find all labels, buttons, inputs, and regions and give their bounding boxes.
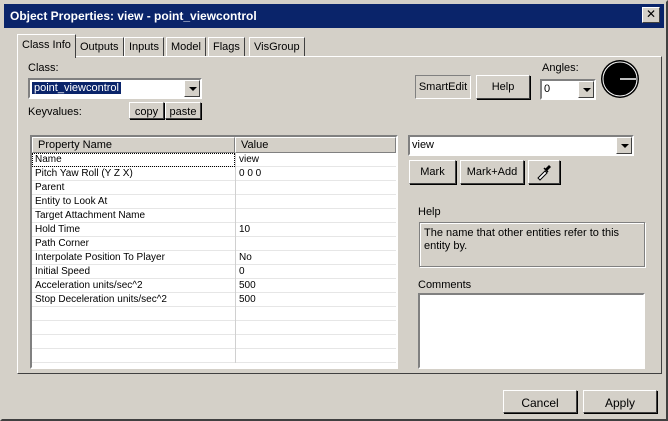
table-row[interactable]: Name view <box>32 153 396 167</box>
property-value-cell <box>235 349 396 363</box>
property-name-cell: Stop Deceleration units/sec^2 <box>35 294 167 305</box>
help-text: The name that other entities refer to th… <box>424 227 620 252</box>
table-row[interactable]: Stop Deceleration units/sec^2 500 <box>32 293 396 307</box>
property-grid[interactable]: Property Name Value Name view Pitch Yaw Ro… <box>30 135 398 369</box>
table-row[interactable] <box>32 335 396 349</box>
chevron-down-icon[interactable] <box>616 137 632 154</box>
property-name-cell: Parent <box>35 182 65 193</box>
cancel-button[interactable]: Cancel <box>503 390 577 413</box>
table-row[interactable]: Interpolate Position To Player No <box>32 251 396 265</box>
tab-label: VisGroup <box>254 41 300 53</box>
property-name-cell: Initial Speed <box>35 266 91 277</box>
copy-button[interactable]: copy <box>129 102 164 119</box>
eyedropper-button[interactable] <box>528 160 560 184</box>
property-value-cell: view <box>235 153 396 167</box>
class-label: Class: <box>28 62 59 74</box>
value-combo[interactable]: view <box>408 135 634 156</box>
property-name-cell <box>32 307 235 321</box>
eyedropper-icon <box>537 165 551 181</box>
tab-inputs[interactable]: Inputs <box>124 37 164 57</box>
tab-class-info[interactable]: Class Info <box>17 34 76 58</box>
property-name-cell: Interpolate Position To Player <box>35 252 165 263</box>
chevron-down-icon[interactable] <box>184 80 200 97</box>
property-value-cell: 500 <box>235 293 396 307</box>
table-row[interactable]: Parent <box>32 181 396 195</box>
table-row[interactable]: Entity to Look At <box>32 195 396 209</box>
angles-label: Angles: <box>542 62 579 74</box>
help-box: The name that other entities refer to th… <box>419 222 645 267</box>
value-combo-text: view <box>412 139 435 151</box>
tab-label: Outputs <box>80 41 119 53</box>
close-button[interactable]: ✕ <box>642 7 660 23</box>
column-header-property-name[interactable]: Property Name <box>32 137 235 153</box>
grid-header: Property Name Value <box>32 137 396 153</box>
property-name-cell: Acceleration units/sec^2 <box>35 280 143 291</box>
property-name-cell <box>32 335 235 349</box>
property-value-cell <box>235 237 396 251</box>
property-value-cell <box>235 195 396 209</box>
property-value-cell <box>235 209 396 223</box>
tab-flags[interactable]: Flags <box>208 37 245 57</box>
mark-add-button[interactable]: Mark+Add <box>460 160 524 184</box>
tab-label: Flags <box>213 41 240 53</box>
table-row[interactable]: Pitch Yaw Roll (Y Z X) 0 0 0 <box>32 167 396 181</box>
apply-button[interactable]: Apply <box>583 390 657 413</box>
table-row[interactable] <box>32 321 396 335</box>
mark-button[interactable]: Mark <box>409 160 456 184</box>
property-value-cell <box>235 321 396 335</box>
tab-model[interactable]: Model <box>166 37 206 57</box>
property-value-cell: 0 <box>235 265 396 279</box>
table-row[interactable]: Initial Speed 0 <box>32 265 396 279</box>
help-label: Help <box>418 206 441 218</box>
table-row[interactable] <box>32 307 396 321</box>
column-header-value[interactable]: Value <box>235 137 396 153</box>
angles-combo[interactable]: 0 <box>540 79 596 100</box>
close-icon: ✕ <box>645 7 657 21</box>
table-row[interactable]: Target Attachment Name <box>32 209 396 223</box>
tab-label: Model <box>171 41 201 53</box>
window-title: Object Properties: view - point_viewcont… <box>10 9 257 23</box>
angle-dial-icon[interactable] <box>600 59 640 99</box>
class-value: point_viewcontrol <box>32 82 121 94</box>
object-properties-window: Object Properties: view - point_viewcont… <box>0 0 668 421</box>
table-row[interactable]: Acceleration units/sec^2 500 <box>32 279 396 293</box>
property-value-cell <box>235 335 396 349</box>
property-name-cell <box>32 321 235 335</box>
property-name-cell: Target Attachment Name <box>35 210 146 221</box>
smartedit-toggle[interactable]: SmartEdit <box>415 75 471 99</box>
property-name-cell: Pitch Yaw Roll (Y Z X) <box>35 168 133 179</box>
tab-outputs[interactable]: Outputs <box>75 37 124 57</box>
keyvalues-label: Keyvalues: <box>28 106 82 118</box>
tab-label: Class Info <box>22 39 71 51</box>
property-value-cell: No <box>235 251 396 265</box>
property-value-cell: 10 <box>235 223 396 237</box>
chevron-down-icon[interactable] <box>578 81 594 98</box>
table-row[interactable] <box>32 349 396 363</box>
comments-label: Comments <box>418 279 472 291</box>
property-name-cell <box>32 349 235 363</box>
title-bar[interactable]: Object Properties: view - point_viewcont… <box>4 4 664 28</box>
class-combo[interactable]: point_viewcontrol <box>28 78 202 99</box>
table-row[interactable]: Path Corner <box>32 237 396 251</box>
property-value-cell: 0 0 0 <box>235 167 396 181</box>
property-value-cell <box>235 307 396 321</box>
property-name-cell: Entity to Look At <box>35 196 108 207</box>
comments-textarea[interactable] <box>418 293 645 369</box>
table-row[interactable]: Hold Time 10 <box>32 223 396 237</box>
tab-visgroup[interactable]: VisGroup <box>249 37 305 57</box>
help-button[interactable]: Help <box>476 75 530 99</box>
angles-value: 0 <box>544 83 551 95</box>
property-value-cell: 500 <box>235 279 396 293</box>
property-name-cell: Hold Time <box>35 224 81 235</box>
tab-label: Inputs <box>129 41 159 53</box>
property-name-cell: Name <box>32 153 235 167</box>
property-value-cell <box>235 181 396 195</box>
paste-button[interactable]: paste <box>165 102 201 119</box>
property-name-cell: Path Corner <box>35 238 89 249</box>
